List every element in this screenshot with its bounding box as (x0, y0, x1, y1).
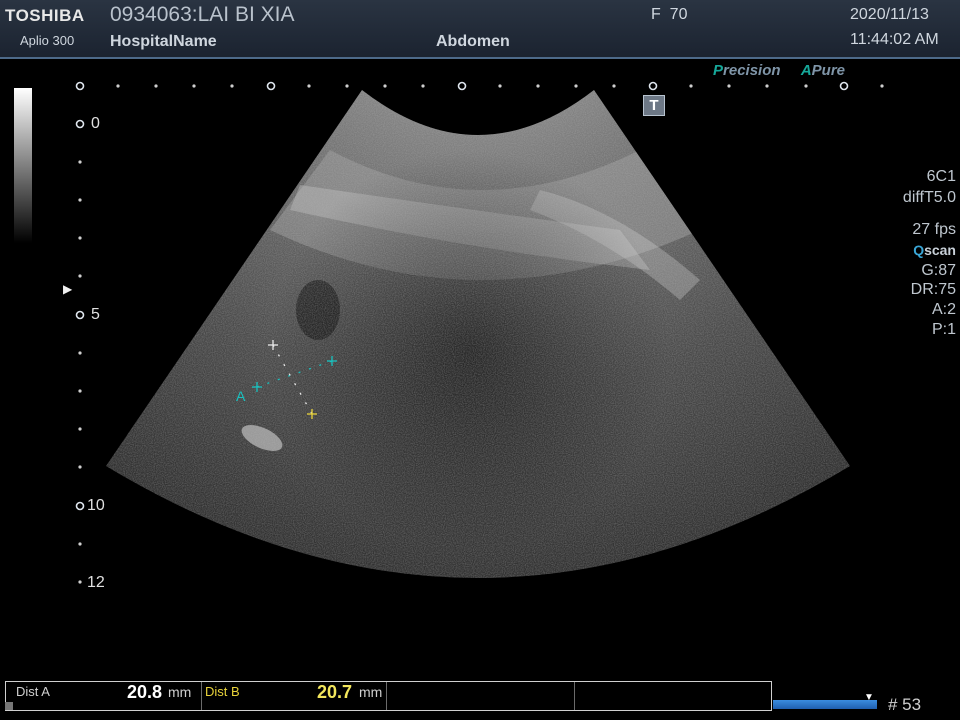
imaging-parameters: 6C1 diffT5.0 27 fps Qscan G:87 DR:75 A:2… (903, 166, 956, 340)
measurement-cell-empty-1 (386, 682, 575, 710)
dist-a-unit: mm (168, 684, 192, 700)
imaging-mode: diffT5.0 (902, 189, 956, 206)
depth-label-10: 10 (87, 497, 105, 514)
depth-label-0: 0 (91, 115, 100, 132)
dist-b-value: 20.7 (317, 682, 353, 702)
cine-position-marker-icon[interactable]: ▼ (864, 692, 874, 703)
qscan-label: Qscan (903, 240, 956, 261)
p-value: P:1 (931, 321, 956, 338)
gain-value: G:87 (921, 262, 956, 279)
dynamic-range-value: DR:75 (910, 281, 956, 298)
measurement-panel: Dist A 20.8 mm Dist B 20.7 mm (5, 681, 772, 711)
measurement-cell-empty-2 (574, 682, 771, 710)
dist-b-label: Dist B (205, 684, 240, 699)
dist-a-value: 20.8 (127, 682, 163, 702)
caliper-a-label: A (236, 388, 246, 404)
probe-name: 6C1 (926, 168, 956, 185)
depth-label-12: 12 (87, 574, 105, 591)
measurement-cell-b: Dist B 20.7 mm (201, 682, 387, 710)
a-value: A:2 (931, 301, 956, 318)
depth-scale (75, 119, 85, 584)
ultrasound-image (75, 81, 884, 584)
t-button[interactable]: T (643, 95, 665, 116)
cine-progress-bar[interactable] (773, 700, 877, 709)
focus-marker-icon[interactable]: ▶ (63, 282, 72, 296)
qscan-q: Q (913, 242, 925, 258)
depth-label-5: 5 (91, 306, 100, 323)
dist-b-unit: mm (359, 684, 383, 700)
lateral-scale (75, 81, 884, 91)
cine-progress-fill (773, 700, 877, 709)
frame-number: # 53 (888, 695, 922, 714)
measurement-cell-a: Dist A 20.8 mm (6, 682, 202, 710)
qscan-rest: scan (924, 242, 956, 258)
frame-rate: 27 fps (912, 221, 956, 238)
corner-indicator (5, 702, 13, 710)
dist-a-label: Dist A (16, 684, 50, 699)
